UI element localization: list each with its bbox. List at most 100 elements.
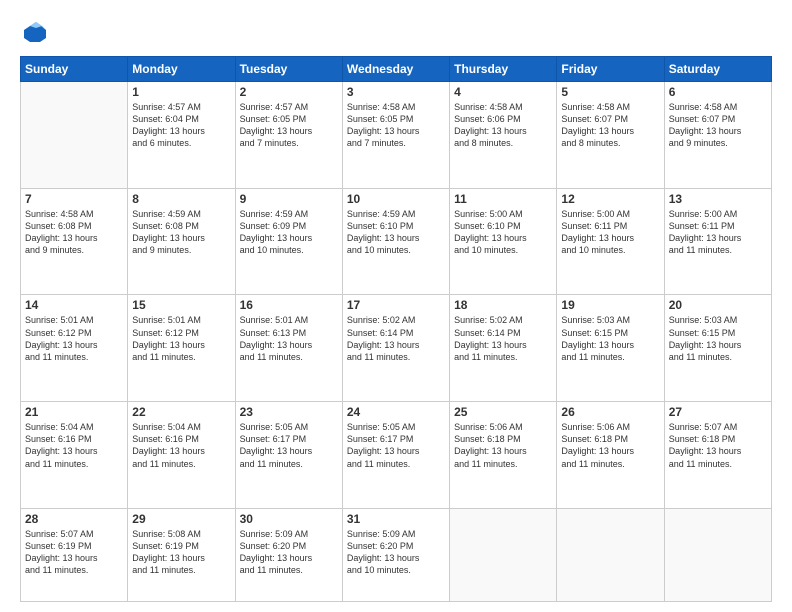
- calendar-cell: 4 Sunrise: 4:58 AMSunset: 6:06 PMDaylight…: [450, 82, 557, 189]
- page: SundayMondayTuesdayWednesdayThursdayFrid…: [0, 0, 792, 612]
- day-number: 25: [454, 405, 552, 419]
- day-number: 26: [561, 405, 659, 419]
- cell-info: Sunrise: 5:07 AMSunset: 6:18 PMDaylight:…: [669, 421, 767, 470]
- calendar-cell: 16Sunrise: 5:01 AMSunset: 6:13 PMDayligh…: [235, 295, 342, 402]
- calendar-cell: 21 Sunrise: 5:04 AMSunset: 6:16 PMDayligh…: [21, 402, 128, 509]
- day-number: 27: [669, 405, 767, 419]
- cell-info: Sunrise: 5:00 AMSunset: 6:10 PMDaylight:…: [454, 208, 552, 257]
- calendar-cell: 20 Sunrise: 5:03 AMSunset: 6:15 PMDayligh…: [664, 295, 771, 402]
- calendar-cell: 26 Sunrise: 5:06 AMSunset: 6:18 PMDayligh…: [557, 402, 664, 509]
- day-number: 24: [347, 405, 445, 419]
- cell-info: Sunrise: 4:57 AMSunset: 6:05 PMDaylight:…: [240, 101, 338, 150]
- calendar-cell: 13Sunrise: 5:00 AMSunset: 6:11 PMDayligh…: [664, 188, 771, 295]
- day-number: 18: [454, 298, 552, 312]
- logo: [20, 18, 54, 48]
- day-number: 22: [132, 405, 230, 419]
- calendar-week-row-3: 14Sunrise: 5:01 AMSunset: 6:12 PMDayligh…: [21, 295, 772, 402]
- calendar-cell: 7 Sunrise: 4:58 AMSunset: 6:08 PMDaylight…: [21, 188, 128, 295]
- calendar-cell: 12 Sunrise: 5:00 AMSunset: 6:11 PMDayligh…: [557, 188, 664, 295]
- calendar-cell: [664, 508, 771, 601]
- weekday-header-wednesday: Wednesday: [342, 57, 449, 82]
- day-number: 11: [454, 192, 552, 206]
- cell-info: Sunrise: 5:03 AMSunset: 6:15 PMDaylight:…: [561, 314, 659, 363]
- cell-info: Sunrise: 5:02 AMSunset: 6:14 PMDaylight:…: [454, 314, 552, 363]
- calendar-cell: 10Sunrise: 4:59 AMSunset: 6:10 PMDayligh…: [342, 188, 449, 295]
- cell-info: Sunrise: 5:02 AMSunset: 6:14 PMDaylight:…: [347, 314, 445, 363]
- cell-info: Sunrise: 5:05 AMSunset: 6:17 PMDaylight:…: [240, 421, 338, 470]
- cell-info: Sunrise: 4:58 AMSunset: 6:06 PMDaylight:…: [454, 101, 552, 150]
- calendar-cell: 18 Sunrise: 5:02 AMSunset: 6:14 PMDayligh…: [450, 295, 557, 402]
- day-number: 28: [25, 512, 123, 526]
- calendar-cell: [450, 508, 557, 601]
- day-number: 20: [669, 298, 767, 312]
- calendar-cell: 31Sunrise: 5:09 AMSunset: 6:20 PMDayligh…: [342, 508, 449, 601]
- calendar-cell: 28 Sunrise: 5:07 AMSunset: 6:19 PMDayligh…: [21, 508, 128, 601]
- cell-info: Sunrise: 5:07 AMSunset: 6:19 PMDaylight:…: [25, 528, 123, 577]
- calendar-cell: 30 Sunrise: 5:09 AMSunset: 6:20 PMDayligh…: [235, 508, 342, 601]
- calendar-cell: 11 Sunrise: 5:00 AMSunset: 6:10 PMDayligh…: [450, 188, 557, 295]
- calendar-cell: 23 Sunrise: 5:05 AMSunset: 6:17 PMDayligh…: [235, 402, 342, 509]
- cell-info: Sunrise: 5:06 AMSunset: 6:18 PMDaylight:…: [454, 421, 552, 470]
- weekday-header-friday: Friday: [557, 57, 664, 82]
- day-number: 5: [561, 85, 659, 99]
- day-number: 19: [561, 298, 659, 312]
- day-number: 6: [669, 85, 767, 99]
- calendar-cell: 14Sunrise: 5:01 AMSunset: 6:12 PMDayligh…: [21, 295, 128, 402]
- cell-info: Sunrise: 4:58 AMSunset: 6:08 PMDaylight:…: [25, 208, 123, 257]
- cell-info: Sunrise: 5:04 AMSunset: 6:16 PMDaylight:…: [25, 421, 123, 470]
- calendar-cell: 29 Sunrise: 5:08 AMSunset: 6:19 PMDayligh…: [128, 508, 235, 601]
- cell-info: Sunrise: 5:09 AMSunset: 6:20 PMDaylight:…: [240, 528, 338, 577]
- day-number: 21: [25, 405, 123, 419]
- weekday-header-tuesday: Tuesday: [235, 57, 342, 82]
- calendar-cell: 5 Sunrise: 4:58 AMSunset: 6:07 PMDaylight…: [557, 82, 664, 189]
- day-number: 1: [132, 85, 230, 99]
- cell-info: Sunrise: 5:01 AMSunset: 6:13 PMDaylight:…: [240, 314, 338, 363]
- calendar-week-row-4: 21 Sunrise: 5:04 AMSunset: 6:16 PMDayligh…: [21, 402, 772, 509]
- cell-info: Sunrise: 5:04 AMSunset: 6:16 PMDaylight:…: [132, 421, 230, 470]
- cell-info: Sunrise: 5:00 AMSunset: 6:11 PMDaylight:…: [561, 208, 659, 257]
- weekday-header-sunday: Sunday: [21, 57, 128, 82]
- calendar-cell: 25 Sunrise: 5:06 AMSunset: 6:18 PMDayligh…: [450, 402, 557, 509]
- cell-info: Sunrise: 4:59 AMSunset: 6:09 PMDaylight:…: [240, 208, 338, 257]
- calendar-cell: 19 Sunrise: 5:03 AMSunset: 6:15 PMDayligh…: [557, 295, 664, 402]
- day-number: 30: [240, 512, 338, 526]
- day-number: 2: [240, 85, 338, 99]
- cell-info: Sunrise: 5:00 AMSunset: 6:11 PMDaylight:…: [669, 208, 767, 257]
- weekday-header-monday: Monday: [128, 57, 235, 82]
- logo-icon: [20, 18, 50, 48]
- header: [20, 18, 772, 48]
- day-number: 15: [132, 298, 230, 312]
- cell-info: Sunrise: 5:05 AMSunset: 6:17 PMDaylight:…: [347, 421, 445, 470]
- day-number: 9: [240, 192, 338, 206]
- day-number: 31: [347, 512, 445, 526]
- day-number: 7: [25, 192, 123, 206]
- cell-info: Sunrise: 5:03 AMSunset: 6:15 PMDaylight:…: [669, 314, 767, 363]
- day-number: 23: [240, 405, 338, 419]
- weekday-header-saturday: Saturday: [664, 57, 771, 82]
- day-number: 4: [454, 85, 552, 99]
- calendar-cell: [557, 508, 664, 601]
- day-number: 12: [561, 192, 659, 206]
- calendar-week-row-5: 28 Sunrise: 5:07 AMSunset: 6:19 PMDayligh…: [21, 508, 772, 601]
- cell-info: Sunrise: 4:58 AMSunset: 6:05 PMDaylight:…: [347, 101, 445, 150]
- calendar-table: SundayMondayTuesdayWednesdayThursdayFrid…: [20, 56, 772, 602]
- cell-info: Sunrise: 4:58 AMSunset: 6:07 PMDaylight:…: [561, 101, 659, 150]
- calendar-cell: 15Sunrise: 5:01 AMSunset: 6:12 PMDayligh…: [128, 295, 235, 402]
- calendar-cell: 27 Sunrise: 5:07 AMSunset: 6:18 PMDayligh…: [664, 402, 771, 509]
- cell-info: Sunrise: 5:01 AMSunset: 6:12 PMDaylight:…: [25, 314, 123, 363]
- calendar-cell: 22 Sunrise: 5:04 AMSunset: 6:16 PMDayligh…: [128, 402, 235, 509]
- day-number: 10: [347, 192, 445, 206]
- day-number: 8: [132, 192, 230, 206]
- cell-info: Sunrise: 4:59 AMSunset: 6:08 PMDaylight:…: [132, 208, 230, 257]
- weekday-header-row: SundayMondayTuesdayWednesdayThursdayFrid…: [21, 57, 772, 82]
- calendar-cell: 6Sunrise: 4:58 AMSunset: 6:07 PMDaylight…: [664, 82, 771, 189]
- calendar-cell: 17Sunrise: 5:02 AMSunset: 6:14 PMDayligh…: [342, 295, 449, 402]
- day-number: 29: [132, 512, 230, 526]
- cell-info: Sunrise: 4:57 AMSunset: 6:04 PMDaylight:…: [132, 101, 230, 150]
- cell-info: Sunrise: 5:06 AMSunset: 6:18 PMDaylight:…: [561, 421, 659, 470]
- calendar-cell: 9 Sunrise: 4:59 AMSunset: 6:09 PMDaylight…: [235, 188, 342, 295]
- calendar-week-row-1: 1 Sunrise: 4:57 AMSunset: 6:04 PMDaylight…: [21, 82, 772, 189]
- weekday-header-thursday: Thursday: [450, 57, 557, 82]
- calendar-cell: 8 Sunrise: 4:59 AMSunset: 6:08 PMDaylight…: [128, 188, 235, 295]
- cell-info: Sunrise: 5:08 AMSunset: 6:19 PMDaylight:…: [132, 528, 230, 577]
